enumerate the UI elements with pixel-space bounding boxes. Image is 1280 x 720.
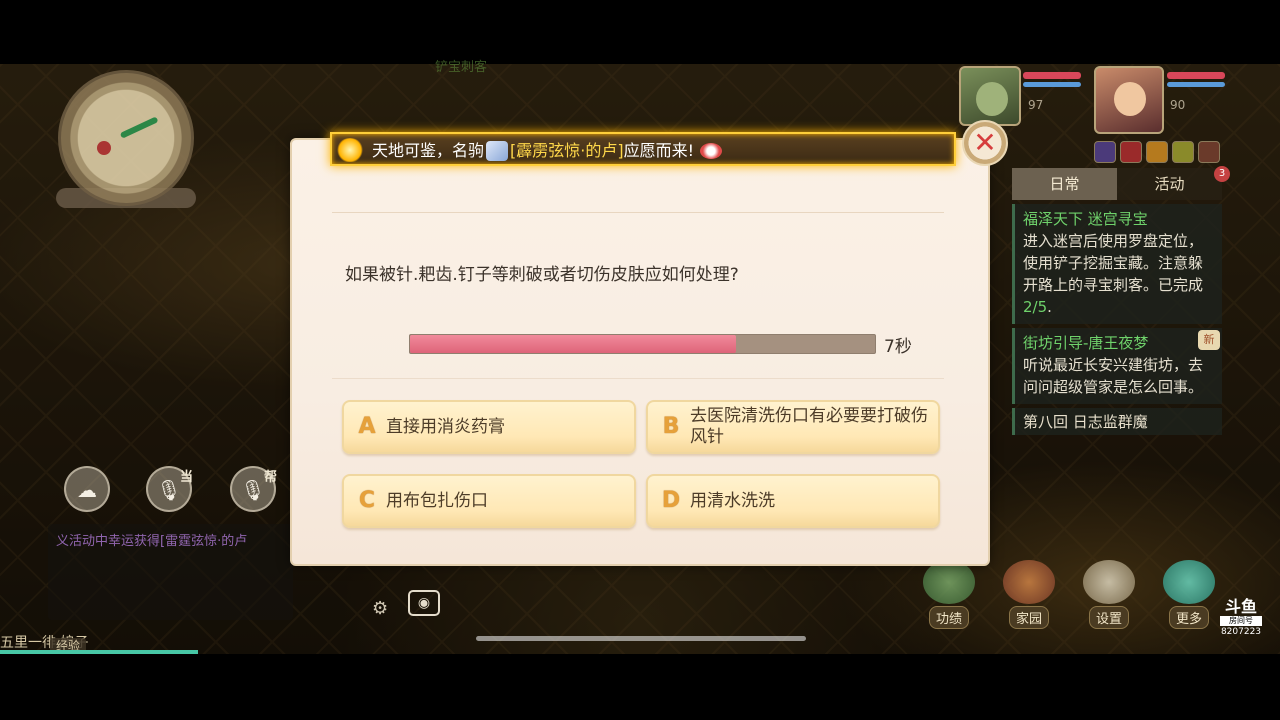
menu-label: 家园 (1008, 606, 1049, 629)
quest-card-street-guide[interactable]: 新 街坊引导-唐王夜梦 听说最近长安兴建街坊，去问问超级管家是怎么回事。 (1012, 328, 1222, 404)
quest-description: 进入迷宫后使用罗盘定位，使用铲子挖掘宝藏。注意躲开路上的寻宝刺客。已完成 2/5. (1023, 230, 1214, 318)
tab-activity[interactable]: 活动 (1117, 168, 1222, 200)
option-letter-d-icon: D (661, 488, 681, 513)
tracker-tabs: 日常 活动 3 (1012, 166, 1230, 200)
quiz-question: 如果被针.耙齿.钉子等刺破或者切伤皮肤应如何处理? (345, 265, 739, 285)
watermark-room-label: 房间号 (1220, 616, 1262, 626)
answer-option-a[interactable]: A 直接用消炎药膏 (342, 400, 636, 454)
quest-progress: 2/5 (1023, 298, 1048, 316)
gang-voice-tag: 帮 (264, 470, 278, 485)
buff-icon[interactable] (1120, 141, 1142, 163)
new-badge: 新 (1198, 330, 1220, 350)
answer-option-c[interactable]: C 用布包扎伤口 (342, 474, 636, 528)
option-letter-c-icon: C (358, 488, 376, 513)
home-indicator (476, 636, 806, 641)
close-icon: ✕ (973, 126, 997, 159)
timer-bar (409, 334, 876, 354)
emoji-icon (700, 143, 723, 160)
chat-message: 义活动中幸运获得[雷霆弦惊·的卢 (56, 534, 248, 549)
divider (332, 212, 944, 213)
more-icon (1163, 560, 1215, 604)
menu-home-button[interactable]: 家园 (998, 560, 1060, 629)
team-voice-tag: 当 (180, 470, 194, 485)
quiz-dialog: 如果被针.耙齿.钉子等刺破或者切伤皮肤应如何处理? 7秒 A 直接用消炎药膏 B… (290, 138, 990, 566)
menu-label: 更多 (1168, 606, 1209, 629)
flame-icon (336, 138, 364, 162)
chat-settings-gear-icon[interactable]: ⚙ (372, 598, 388, 619)
hero-level: 90 (1170, 98, 1186, 112)
camera-icon: ◉ (417, 595, 431, 611)
announcement-suffix: 应愿而来! (623, 140, 695, 160)
quest-card-treasure[interactable]: 福泽天下 迷宫寻宝 进入迷宫后使用罗盘定位，使用铲子挖掘宝藏。注意躲开路上的寻宝… (1012, 204, 1222, 324)
timer-bar-fill (410, 335, 736, 353)
timer-text: 7秒 (884, 337, 912, 357)
stream-watermark: 斗鱼 房间号 8207223 (1220, 598, 1262, 638)
hero-status-bars (1167, 72, 1225, 87)
watermark-logo: 斗鱼 (1224, 597, 1257, 616)
scene-quest-hint: 铲宝刺客 (435, 60, 488, 75)
microphone-icon: 🎙 (156, 478, 182, 502)
divider (332, 378, 944, 379)
hero-hp-bar (1167, 72, 1225, 79)
option-text: 去医院清洗伤口有必要要打破伤风针 (690, 406, 928, 447)
camera-button[interactable]: ◉ (408, 590, 440, 616)
compass-minimap[interactable] (58, 70, 194, 206)
option-text: 用清水洗洗 (690, 490, 775, 511)
announcement-text: 天地可鉴，名驹 [霹雳弦惊·的卢]应愿而来! (372, 137, 723, 162)
buff-icon[interactable] (1146, 141, 1168, 163)
letterbox-bottom (0, 654, 1280, 720)
chat-bubble-button[interactable]: ☁ (64, 466, 110, 512)
answer-option-d[interactable]: D 用清水洗洗 (646, 474, 940, 528)
menu-label: 功绩 (928, 606, 969, 629)
chat-bubble-icon: ☁ (77, 478, 97, 502)
watermark-room-number: 8207223 (1220, 627, 1262, 637)
horse-icon (486, 141, 509, 162)
story-chapter[interactable]: 第八回 日志监群魔 (1012, 408, 1222, 435)
quest-tracker: 日常 活动 3 福泽天下 迷宫寻宝 进入迷宫后使用罗盘定位，使用铲子挖掘宝藏。注… (1012, 166, 1230, 435)
announcement-prefix: 天地可鉴，名驹 (372, 140, 485, 160)
achievement-icon (923, 560, 975, 604)
microphone-icon: 🎙 (240, 478, 266, 502)
close-button[interactable]: ✕ (962, 120, 1008, 166)
option-letter-b-icon: B (662, 414, 680, 439)
activity-count-badge: 3 (1214, 166, 1230, 182)
compass-needle-icon (119, 116, 159, 139)
hero-avatar (1114, 82, 1146, 116)
buff-row (1094, 141, 1220, 163)
quest-title: 福泽天下 迷宫寻宝 (1023, 210, 1148, 228)
home-icon (1003, 560, 1055, 604)
pet-mp-bar (1023, 82, 1081, 87)
buff-icon[interactable] (1172, 141, 1194, 163)
quest-description-text: 进入迷宫后使用罗盘定位，使用铲子挖掘宝藏。注意躲开路上的寻宝刺客。已完成 (1023, 232, 1204, 294)
pet-status-bars (1023, 72, 1081, 87)
pet-portrait[interactable] (959, 66, 1021, 126)
hero-portrait[interactable] (1094, 66, 1164, 134)
menu-label: 设置 (1088, 606, 1129, 629)
option-text: 直接用消炎药膏 (386, 416, 505, 437)
option-text: 用布包扎伤口 (386, 490, 488, 511)
quest-description-end: . (1047, 298, 1052, 316)
option-letter-a-icon: A (358, 414, 376, 439)
buff-icon[interactable] (1198, 141, 1220, 163)
answer-option-b[interactable]: B 去医院清洗伤口有必要要打破伤风针 (646, 400, 940, 454)
menu-settings-button[interactable]: 设置 (1078, 560, 1140, 629)
quest-description: 听说最近长安兴建街坊，去问问超级管家是怎么回事。 (1023, 356, 1204, 396)
player-marker-icon (97, 141, 111, 155)
pet-hp-bar (1023, 72, 1081, 79)
hero-mp-bar (1167, 82, 1225, 87)
letterbox-top (0, 0, 1280, 64)
menu-achievement-button[interactable]: 功绩 (918, 560, 980, 629)
announcement-item-name: [霹雳弦惊·的卢] (510, 140, 624, 160)
announcement-banner: 天地可鉴，名驹 [霹雳弦惊·的卢]应愿而来! (330, 132, 956, 166)
quest-title: 街坊引导-唐王夜梦 (1023, 334, 1149, 352)
pet-level: 97 (1028, 98, 1044, 112)
menu-more-button[interactable]: 更多 (1158, 560, 1220, 629)
tab-daily[interactable]: 日常 (1012, 168, 1117, 200)
buff-icon[interactable] (1094, 141, 1116, 163)
settings-icon (1083, 560, 1135, 604)
pet-avatar (976, 82, 1008, 116)
